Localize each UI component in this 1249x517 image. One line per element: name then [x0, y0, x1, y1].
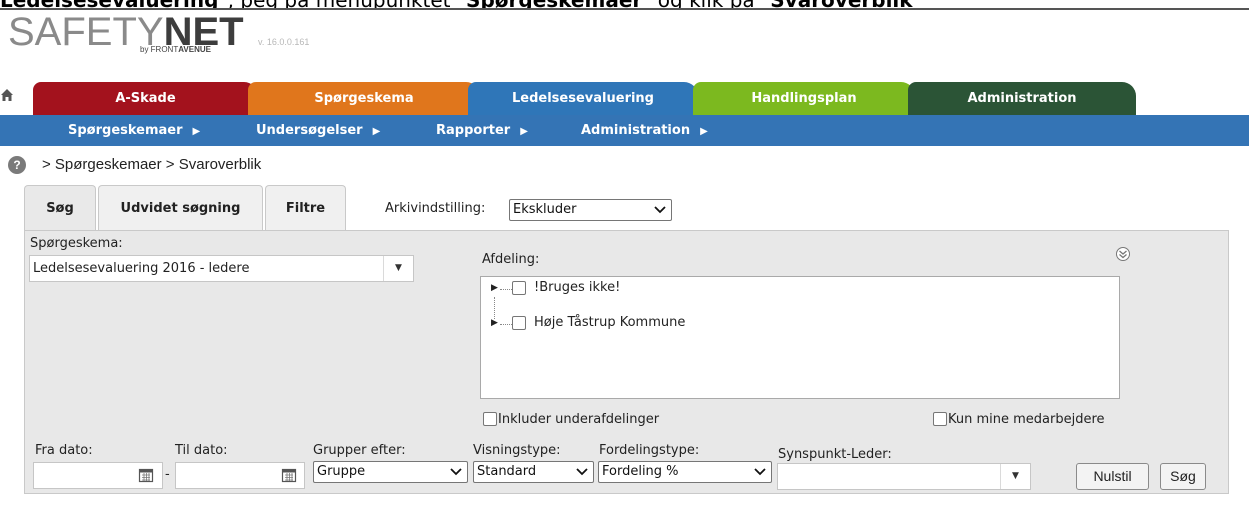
breadcrumb: > Spørgeskemaer > Svaroverblik: [42, 156, 262, 173]
tab-sog[interactable]: Søg: [24, 185, 96, 231]
tab-udvidet-label: Udvidet søgning: [120, 201, 241, 216]
subnav-label: Undersøgelser: [256, 123, 363, 138]
chevron-down-icon: [576, 468, 588, 476]
archive-select[interactable]: Ekskluder: [509, 199, 672, 221]
tab-filtre-label: Filtre: [285, 201, 326, 216]
calendar-icon[interactable]: [138, 467, 154, 483]
caret-right-icon: ▶: [372, 126, 381, 137]
chevron-down-icon: [654, 206, 666, 214]
group-by-label: Grupper efter:: [313, 443, 406, 458]
only-my-employees-label: Kun mine medarbejdere: [948, 412, 1105, 427]
logo-byline: by FRONTAVENUE: [140, 45, 211, 54]
tab-sporgeskema-label: Spørgeskema: [314, 91, 414, 106]
viewpoint-leader-combo[interactable]: ▼: [777, 463, 1031, 490]
subnav-label: Rapporter: [436, 123, 511, 138]
tab-sporgeskema[interactable]: Spørgeskema: [248, 82, 480, 115]
subnav-label: Spørgeskemaer: [68, 123, 183, 138]
dropdown-arrow-icon[interactable]: ▼: [383, 256, 413, 281]
search-button[interactable]: Søg: [1160, 463, 1206, 490]
date-separator: -: [165, 467, 170, 482]
questionnaire-label: Spørgeskema:: [30, 236, 123, 251]
distribution-type-value: Fordeling %: [602, 464, 679, 479]
tree-node-label: Høje Tåstrup Kommune: [534, 315, 686, 330]
collapse-icon[interactable]: [1115, 246, 1131, 262]
help-icon[interactable]: ?: [8, 156, 26, 174]
subnav-item-rapporter[interactable]: Rapporter ▶: [436, 115, 528, 146]
tab-filtre[interactable]: Filtre: [265, 185, 346, 231]
tree-node-label: !Bruges ikke!: [534, 280, 621, 295]
tab-a-skade[interactable]: A-Skade: [33, 82, 258, 115]
distribution-type-label: Fordelingstype:: [599, 443, 700, 458]
to-date-label: Til dato:: [175, 443, 228, 458]
only-my-employees-checkbox[interactable]: [933, 412, 947, 426]
expand-icon[interactable]: ▶: [491, 318, 498, 328]
archive-select-value: Ekskluder: [513, 202, 577, 217]
tab-ledelsesevaluering-label: Ledelsesevaluering: [512, 91, 654, 106]
view-type-value: Standard: [477, 464, 537, 479]
tab-ledelsesevaluering[interactable]: Ledelsesevaluering: [468, 82, 698, 115]
view-type-label: Visningstype:: [473, 443, 561, 458]
view-type-select[interactable]: Standard: [473, 461, 594, 483]
archive-label: Arkivindstilling:: [385, 201, 486, 216]
tab-handlingsplan[interactable]: Handlingsplan: [693, 82, 915, 115]
dropdown-arrow-icon[interactable]: ▼: [1000, 464, 1030, 489]
chevron-down-icon: [450, 468, 462, 476]
group-by-value: Gruppe: [317, 464, 366, 479]
subnav-item-administration[interactable]: Administration ▶: [581, 115, 708, 146]
department-label: Afdeling:: [482, 252, 540, 267]
tab-udvidet-sogning[interactable]: Udvidet søgning: [98, 185, 263, 231]
tab-sog-label: Søg: [46, 201, 74, 216]
subnav-item-sporgeskemaer[interactable]: Spørgeskemaer ▶: [68, 115, 200, 146]
caret-right-icon: ▶: [192, 126, 201, 137]
tab-administration-label: Administration: [967, 91, 1077, 106]
app-logo: SAFETYNET: [8, 12, 244, 62]
caret-right-icon: ▶: [700, 126, 708, 137]
distribution-type-select[interactable]: Fordeling %: [598, 461, 772, 483]
caret-right-icon: ▶: [520, 126, 528, 137]
tree-connector: [500, 289, 512, 290]
group-by-select[interactable]: Gruppe: [313, 461, 468, 483]
tab-administration[interactable]: Administration: [908, 82, 1136, 115]
reset-button[interactable]: Nulstil: [1076, 463, 1149, 490]
calendar-icon[interactable]: [281, 467, 297, 483]
from-date-label: Fra dato:: [35, 443, 93, 458]
subnav-item-undersogelser[interactable]: Undersøgelser ▶: [256, 115, 380, 146]
viewpoint-leader-label: Synspunkt-Leder:: [778, 447, 892, 462]
logo-by-bold: AVENUE: [178, 45, 211, 54]
tree-checkbox[interactable]: [512, 316, 526, 330]
sub-navigation: Spørgeskemaer ▶ Undersøgelser ▶ Rapporter ▶…: [0, 115, 1249, 146]
tab-handlingsplan-label: Handlingsplan: [751, 91, 857, 106]
expand-icon[interactable]: ▶: [491, 283, 498, 293]
department-tree: ▶ !Bruges ikke! ▶ Høje Tåstrup Kommune: [480, 276, 1120, 399]
tab-a-skade-label: A-Skade: [115, 91, 176, 106]
tree-connector: [494, 297, 495, 319]
questionnaire-combo[interactable]: Ledelsesevaluering 2016 - ledere ▼: [29, 255, 414, 282]
home-icon[interactable]: [0, 88, 14, 102]
subnav-label: Administration: [581, 123, 691, 138]
include-subdepartments-label: Inkluder underafdelinger: [498, 412, 660, 427]
questionnaire-value: Ledelsesevaluering 2016 - ledere: [33, 261, 250, 276]
chevron-down-icon: [754, 468, 766, 476]
logo-by: by FRONT: [140, 45, 179, 54]
tree-connector: [500, 324, 512, 325]
tree-checkbox[interactable]: [512, 281, 526, 295]
include-subdepartments-checkbox[interactable]: [483, 412, 497, 426]
version-text: v. 16.0.0.161: [258, 37, 310, 47]
